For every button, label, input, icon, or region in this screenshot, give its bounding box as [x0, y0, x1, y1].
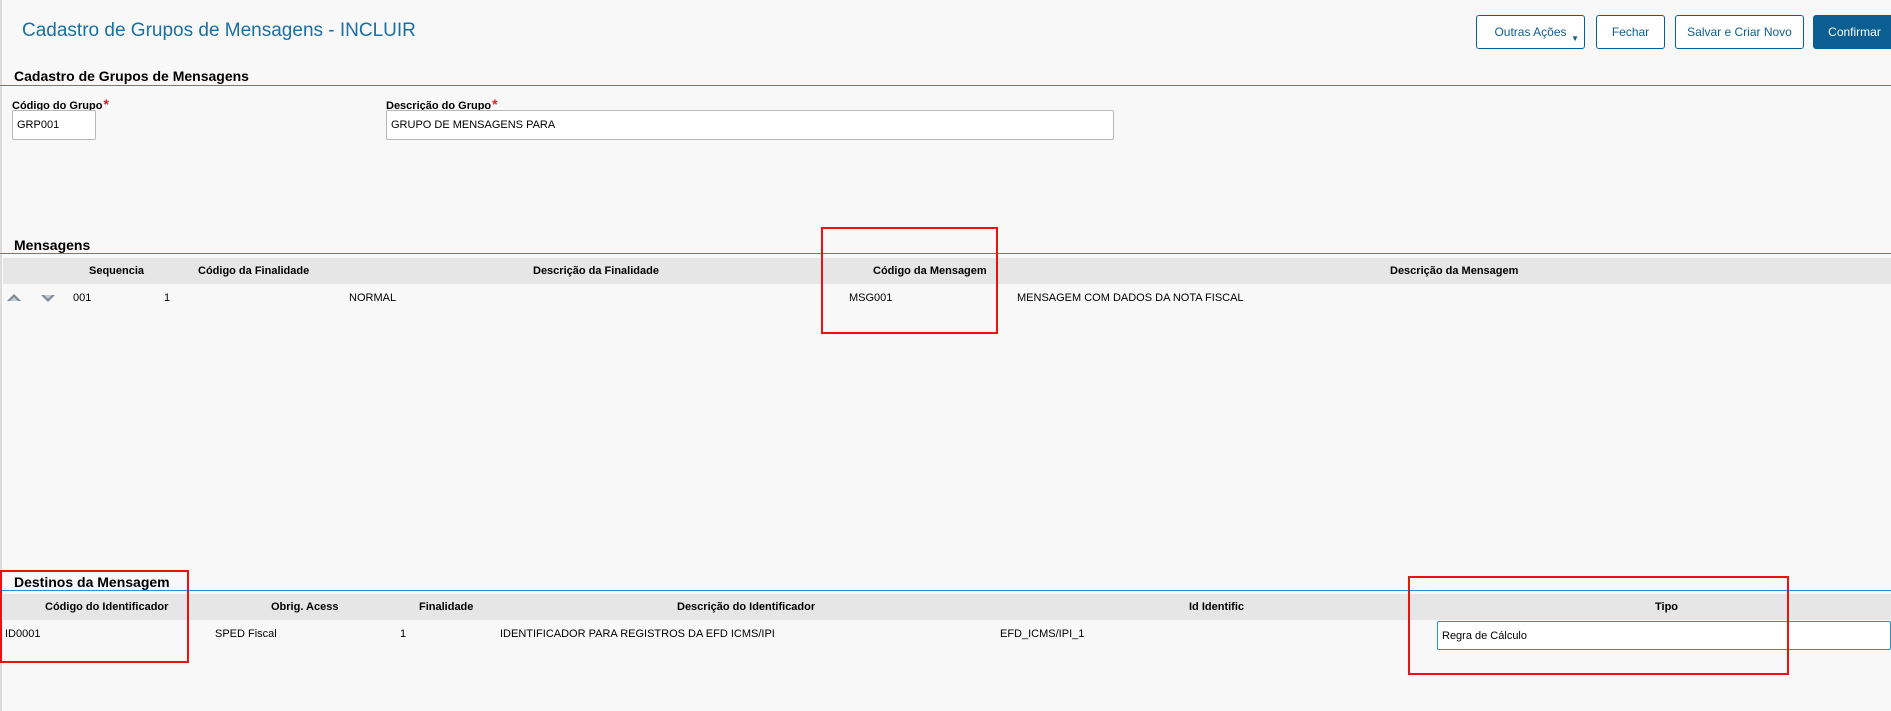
- required-asterisk: *: [103, 96, 109, 112]
- cell-message-description: MENSAGEM COM DADOS DA NOTA FISCAL: [1017, 292, 1244, 304]
- annotation-box-identifier-code: [0, 570, 189, 663]
- column-header-message-description[interactable]: Descrição da Mensagem: [1390, 265, 1518, 277]
- close-button[interactable]: Fechar: [1596, 15, 1665, 49]
- other-actions-label: Outras Ações: [1494, 25, 1567, 39]
- cell-purpose: 1: [400, 628, 407, 640]
- move-down-icon[interactable]: [40, 293, 56, 303]
- page-title: Cadastro de Grupos de Mensagens - INCLUI…: [22, 20, 416, 41]
- confirm-button[interactable]: Confirmar: [1813, 15, 1891, 49]
- cell-purpose-description: NORMAL: [349, 292, 397, 304]
- column-header-identifier-id[interactable]: Id Identific: [1189, 601, 1244, 613]
- column-header-mandatory-access[interactable]: Obrig. Acess: [271, 601, 338, 613]
- other-actions-button[interactable]: Outras Ações ▼: [1476, 15, 1585, 49]
- cell-purpose-code: 1: [164, 292, 171, 304]
- annotation-box-type: [1408, 576, 1789, 675]
- column-header-purpose-description[interactable]: Descrição da Finalidade: [533, 265, 659, 277]
- move-up-icon[interactable]: [6, 293, 22, 303]
- messages-section-title: Mensagens: [14, 237, 91, 253]
- group-code-input[interactable]: [12, 110, 96, 140]
- column-header-sequence[interactable]: Sequencia: [89, 265, 144, 277]
- save-and-new-button[interactable]: Salvar e Criar Novo: [1675, 15, 1804, 49]
- cell-mandatory-access: SPED Fiscal: [215, 628, 277, 640]
- column-header-purpose-code[interactable]: Código da Finalidade: [198, 265, 309, 277]
- column-header-purpose[interactable]: Finalidade: [419, 601, 473, 613]
- group-description-input[interactable]: [386, 110, 1114, 140]
- column-header-identifier-description[interactable]: Descrição do Identificador: [677, 601, 815, 613]
- cell-identifier-id: EFD_ICMS/IPI_1: [1000, 628, 1085, 640]
- form-section-divider: [0, 85, 1891, 86]
- form-section-title: Cadastro de Grupos de Mensagens: [14, 68, 249, 84]
- cell-identifier-description: IDENTIFICADOR PARA REGISTROS DA EFD ICMS…: [500, 628, 775, 640]
- dropdown-caret-icon: ▼: [1571, 34, 1579, 43]
- annotation-box-message-code: [821, 227, 998, 334]
- cell-sequence: 001: [73, 292, 92, 304]
